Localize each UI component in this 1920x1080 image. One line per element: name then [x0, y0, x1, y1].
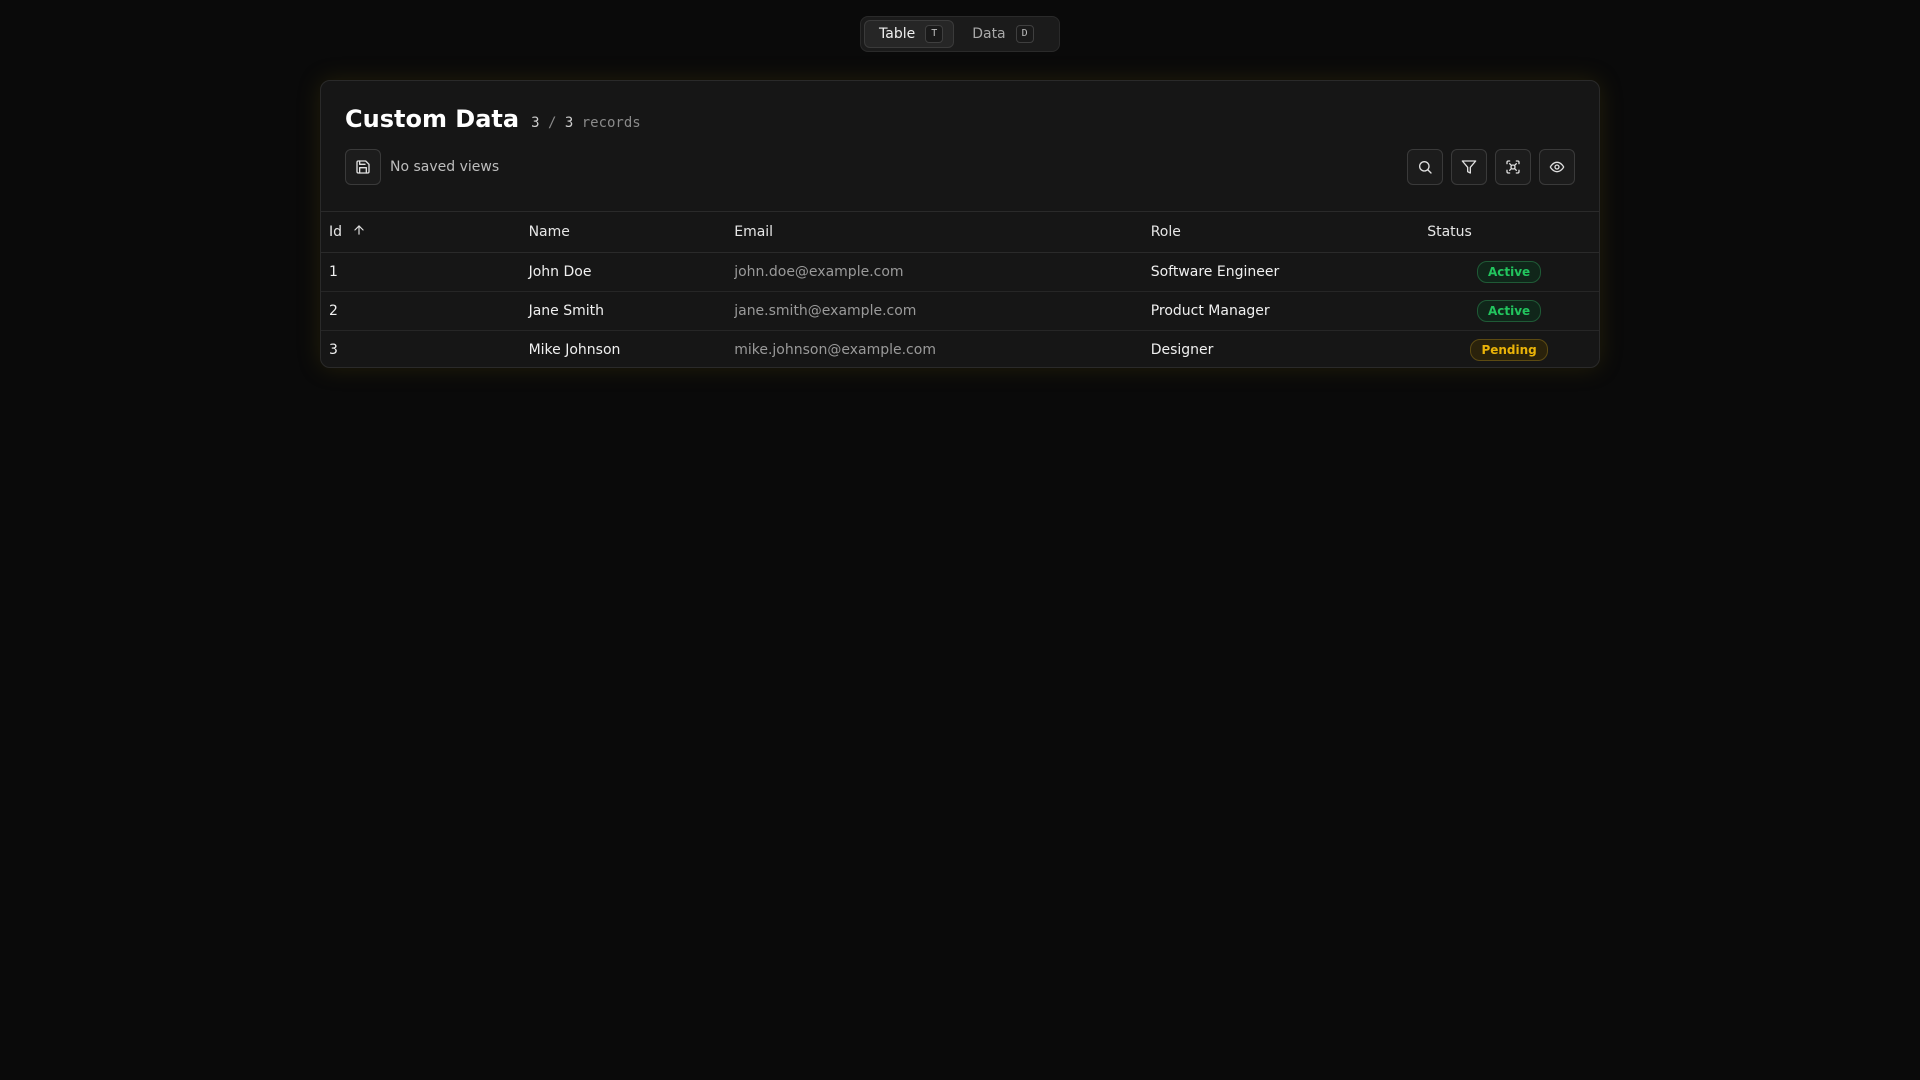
search-icon	[1419, 161, 1432, 174]
record-count-total: 3	[564, 115, 574, 131]
status-badge: Active	[1476, 261, 1542, 283]
filter-button[interactable]	[1451, 149, 1487, 185]
tab-table-shortcut: T	[925, 25, 944, 43]
cell-email: mike.johnson@example.com	[734, 342, 936, 359]
record-count-separator: /	[547, 115, 557, 131]
column-header-status[interactable]: Status	[1419, 212, 1599, 253]
table-header-row: Id Name Email Role Status	[321, 211, 1599, 253]
eye-icon	[1549, 161, 1565, 173]
column-header-id[interactable]: Id	[321, 212, 521, 253]
cell-role: Designer	[1150, 342, 1214, 359]
visibility-button[interactable]	[1539, 149, 1575, 185]
record-count: 3 / 3 records	[531, 115, 641, 131]
tab-data-label: Data	[972, 26, 1006, 42]
tab-data-shortcut: D	[1015, 25, 1034, 43]
save-icon	[356, 160, 370, 174]
column-header-email[interactable]: Email	[726, 212, 1142, 253]
record-count-shown: 3	[531, 115, 540, 131]
status-badge: Active	[1476, 300, 1542, 322]
arrow-up-icon[interactable]	[352, 223, 366, 241]
scan-button[interactable]	[1495, 149, 1531, 185]
save-view-button[interactable]	[345, 149, 381, 185]
cell-email: jane.smith@example.com	[726, 291, 1143, 331]
scan-icon	[1506, 160, 1520, 174]
view-switcher: Table T Data D	[860, 16, 1060, 52]
cell-status: Pending	[1419, 331, 1599, 368]
tab-table-label: Table	[879, 26, 916, 42]
cell-id: 3	[329, 342, 338, 359]
cell-email: john.doe@example.com	[726, 252, 1143, 292]
data-table: Id Name Email Role Status 1 John Doe joh…	[321, 211, 1599, 368]
search-button[interactable]	[1407, 149, 1443, 185]
table-row[interactable]: 3 Mike Johnson mike.johnson@example.com …	[321, 331, 1599, 368]
cell-status: Active	[1419, 291, 1599, 331]
saved-views-label: No saved views	[390, 159, 500, 175]
cell-name: Jane Smith	[520, 291, 727, 331]
record-count-unit: records	[581, 115, 641, 131]
filter-icon	[1461, 160, 1477, 174]
tab-data[interactable]: Data D	[958, 20, 1043, 48]
table-row[interactable]: 1 John Doe john.doe@example.com Software…	[321, 252, 1599, 292]
cell-name: Mike Johnson	[528, 342, 621, 359]
cell-name: John Doe	[520, 252, 727, 292]
cell-id: 1	[321, 252, 521, 292]
toolbar	[1407, 149, 1575, 185]
saved-views: No saved views	[345, 149, 499, 185]
data-card: Custom Data 3 / 3 records No saved views	[320, 80, 1600, 368]
column-header-role[interactable]: Role	[1143, 212, 1419, 253]
column-header-id-label: Id	[329, 224, 343, 240]
cell-status: Active	[1419, 252, 1599, 292]
cell-role: Product Manager	[1142, 291, 1420, 331]
page-title: Custom Data	[345, 105, 520, 133]
card-header: Custom Data 3 / 3 records No saved views	[321, 81, 1599, 211]
status-badge: Pending	[1470, 339, 1548, 362]
cell-role: Software Engineer	[1142, 252, 1420, 292]
tab-table[interactable]: Table T	[864, 20, 955, 48]
column-header-name[interactable]: Name	[521, 212, 727, 253]
table-row[interactable]: 2 Jane Smith jane.smith@example.com Prod…	[321, 291, 1599, 331]
cell-id: 2	[321, 291, 521, 331]
